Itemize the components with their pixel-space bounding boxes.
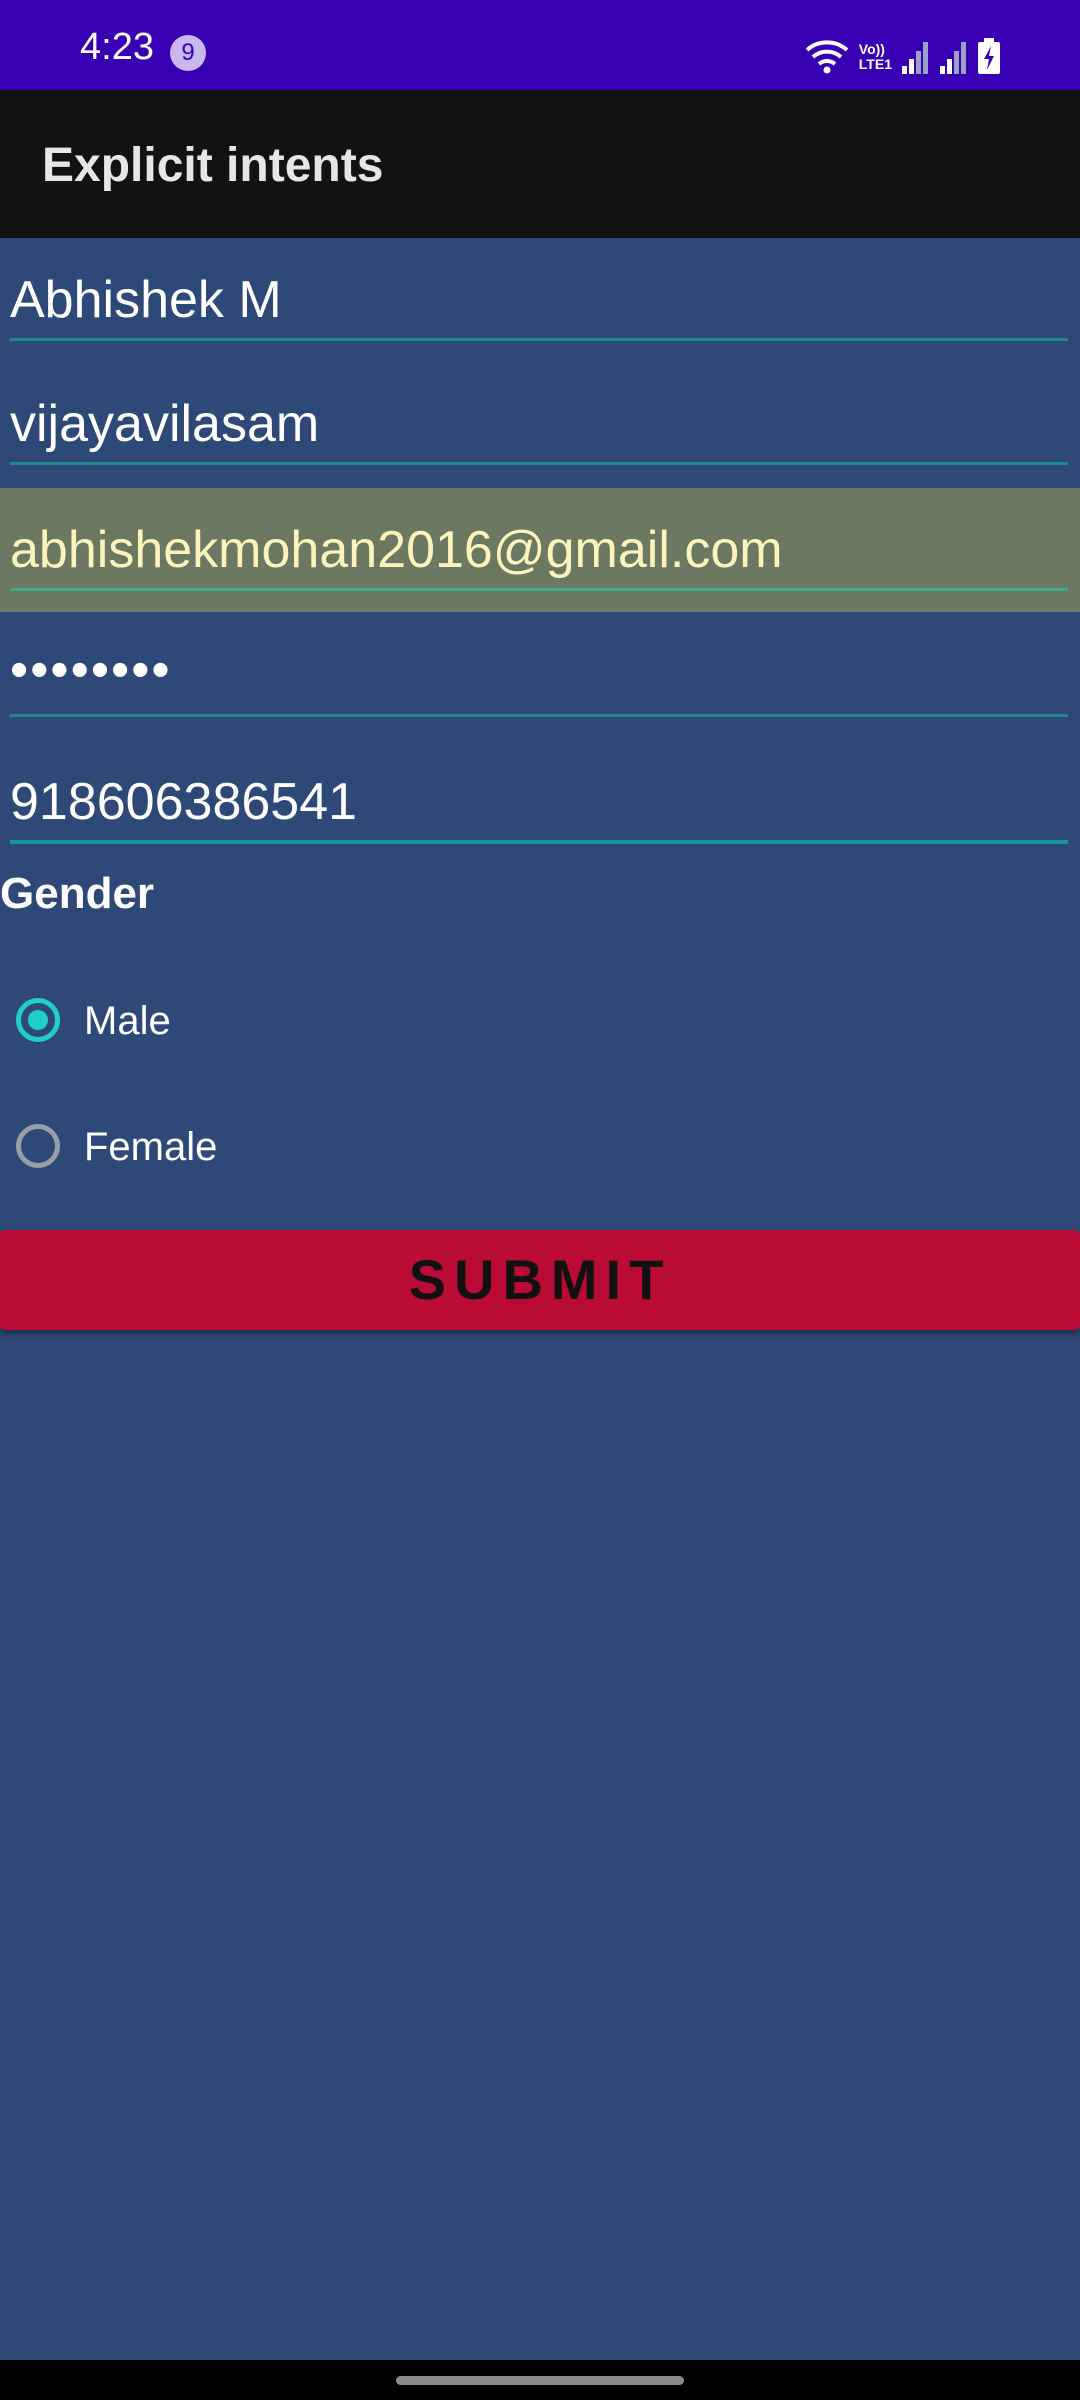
- app-bar: Explicit intents: [0, 90, 1080, 238]
- password-field[interactable]: ••••••••: [0, 616, 1080, 726]
- field-underline-focused: [10, 840, 1068, 844]
- phone-field[interactable]: 918606386541: [0, 740, 1080, 850]
- name-field[interactable]: Abhishek M: [0, 238, 1080, 348]
- navigation-bar: [0, 2360, 1080, 2400]
- name-input-value[interactable]: Abhishek M: [10, 274, 282, 326]
- signal-icon: [940, 42, 966, 74]
- notification-badge: 9: [170, 35, 206, 71]
- address-field[interactable]: vijayavilasam: [0, 362, 1080, 472]
- status-time: 4:23: [80, 26, 154, 68]
- email-field[interactable]: abhishekmohan2016@gmail.com: [0, 488, 1080, 612]
- field-underline: [10, 588, 1068, 591]
- signal-icon: [902, 42, 928, 74]
- gender-label: Gender: [0, 869, 155, 918]
- battery-charging-icon: [978, 38, 1000, 74]
- wifi-icon: [805, 40, 849, 74]
- field-underline: [10, 714, 1068, 717]
- status-icons: Vo)) LTE1: [805, 30, 1000, 74]
- lte-text: LTE1: [858, 56, 892, 72]
- radio-unchecked-icon[interactable]: [16, 1124, 60, 1168]
- app-title: Explicit intents: [42, 139, 384, 192]
- volte-indicator: Vo)) LTE1: [859, 42, 892, 72]
- radio-label-male[interactable]: Male: [84, 1001, 171, 1041]
- radio-checked-icon[interactable]: [16, 998, 60, 1042]
- phone-input-value[interactable]: 918606386541: [10, 776, 357, 828]
- password-input-value[interactable]: ••••••••: [10, 644, 172, 696]
- email-input-value[interactable]: abhishekmohan2016@gmail.com: [10, 524, 783, 576]
- submit-button[interactable]: SUBMIT: [0, 1230, 1080, 1330]
- field-underline: [10, 462, 1068, 465]
- gender-radio-female[interactable]: Female: [0, 1106, 400, 1196]
- field-underline: [10, 338, 1068, 341]
- address-input-value[interactable]: vijayavilasam: [10, 398, 319, 450]
- home-gesture-handle[interactable]: [396, 2376, 684, 2385]
- radio-label-female[interactable]: Female: [84, 1127, 217, 1167]
- status-bar: 4:23 9 Vo)) LTE1: [0, 0, 1080, 90]
- volte-text: Vo)): [858, 41, 885, 57]
- gender-radio-male[interactable]: Male: [0, 980, 400, 1070]
